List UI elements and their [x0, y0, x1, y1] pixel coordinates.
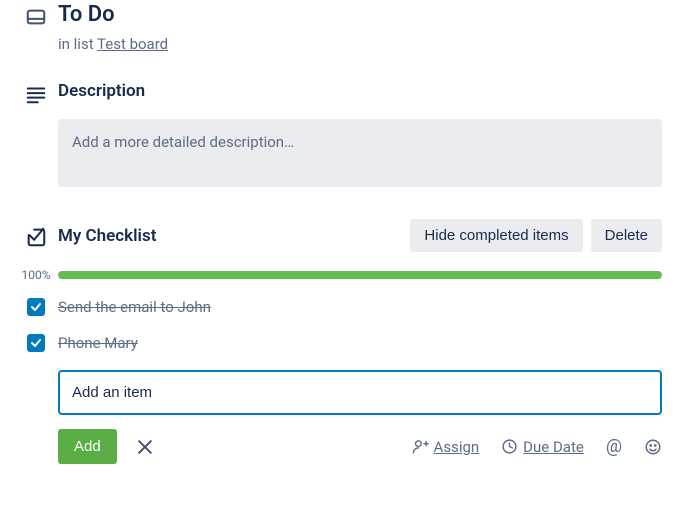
delete-checklist-button[interactable]: Delete [591, 219, 662, 252]
close-icon[interactable] [135, 437, 155, 457]
add-item-input[interactable] [58, 370, 662, 415]
in-list-text: in list Test board [58, 35, 662, 53]
hide-completed-button[interactable]: Hide completed items [410, 219, 582, 252]
checklist-heading: My Checklist [58, 226, 402, 246]
checklist-item-label: Send the email to John [58, 298, 662, 316]
due-date-button[interactable]: Due Date [501, 438, 584, 456]
description-input[interactable]: Add a more detailed description… [58, 119, 662, 187]
checklist-item[interactable]: Phone Mary [14, 334, 662, 352]
description-heading: Description [58, 81, 145, 101]
card-icon [25, 6, 47, 28]
checklist-item[interactable]: Send the email to John [14, 298, 662, 316]
mention-icon[interactable]: @ [606, 436, 622, 457]
checklist-item-label: Phone Mary [58, 334, 662, 352]
card-title[interactable]: To Do [58, 2, 662, 28]
progress-bar-fill [58, 271, 662, 279]
list-link[interactable]: Test board [97, 35, 168, 53]
description-icon [25, 83, 47, 105]
checklist-icon [25, 226, 47, 248]
progress-percent: 100% [14, 268, 58, 282]
clock-icon [501, 438, 518, 455]
emoji-icon[interactable] [644, 438, 662, 456]
assign-icon [412, 438, 429, 455]
checklist-item-checkbox[interactable] [27, 334, 45, 352]
add-item-button[interactable]: Add [58, 429, 117, 464]
checklist-item-checkbox[interactable] [27, 298, 45, 316]
assign-button[interactable]: Assign [412, 438, 480, 456]
progress-bar [58, 271, 662, 279]
